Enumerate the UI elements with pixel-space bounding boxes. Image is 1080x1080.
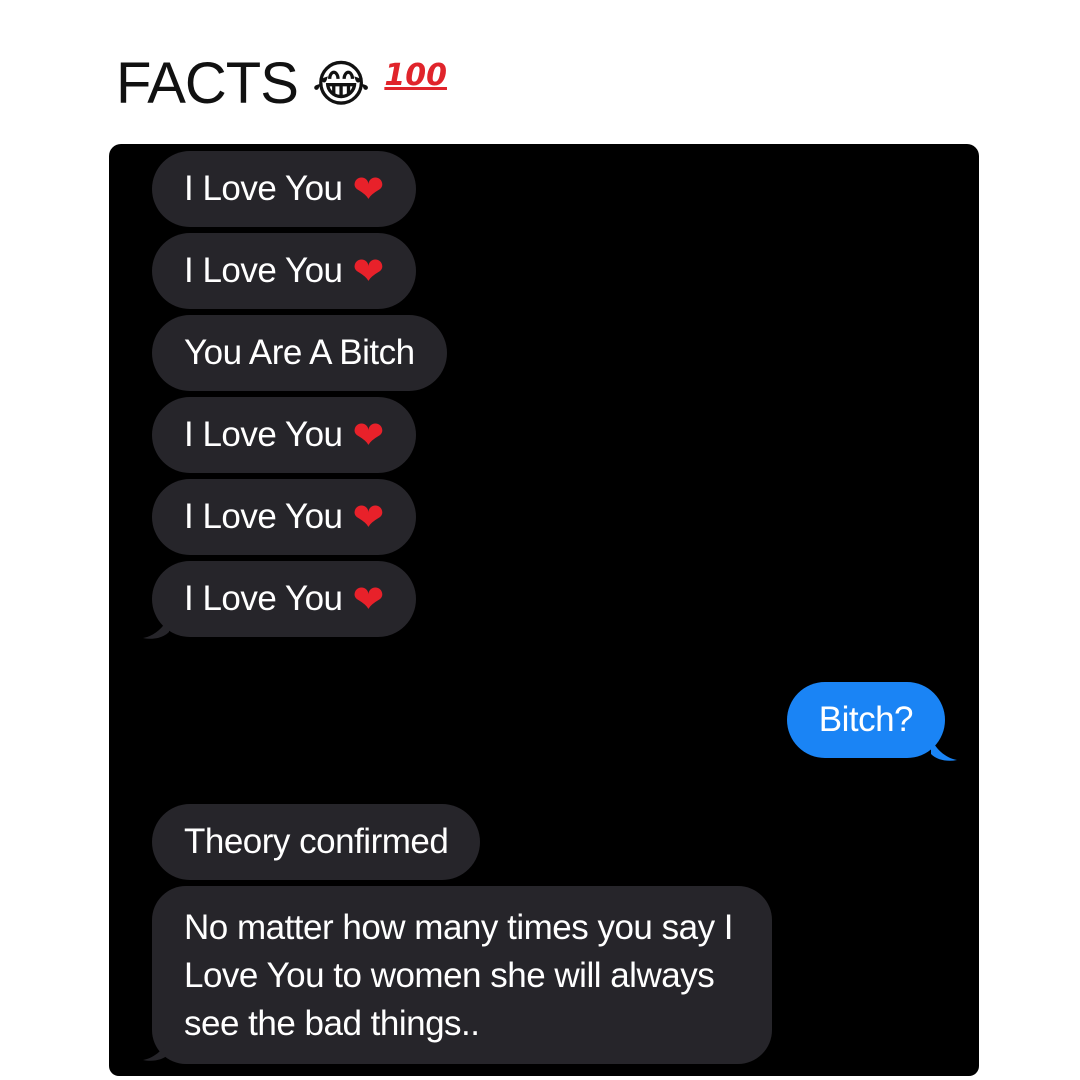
tears-of-joy-emoji-icon: 😂: [311, 55, 371, 113]
message-text: Bitch?: [818, 700, 914, 739]
message-text: I Love You: [184, 251, 343, 290]
message-text: Theory confirmed: [184, 822, 449, 861]
received-bubble-tail: [143, 1038, 169, 1061]
chat-screenshot: I Love You ❤ I Love You ❤ You Are A Bitc…: [109, 144, 979, 1076]
received-message-bubble: No matter how many times you say I Love …: [152, 886, 772, 1064]
red-heart-emoji-icon: ❤: [352, 495, 385, 539]
received-bubble-tail: [143, 616, 169, 639]
received-message-bubble: Theory confirmed: [152, 804, 481, 880]
message-text: I Love You: [184, 415, 343, 454]
red-heart-emoji-icon: ❤: [352, 249, 385, 293]
received-message-bubble: You Are A Bitch: [152, 315, 447, 391]
sent-bubble-tail: [931, 738, 957, 761]
message-text: I Love You: [184, 169, 343, 208]
post-caption: FACTS 😂 100: [116, 52, 447, 116]
received-message-bubble: I Love You ❤: [152, 479, 416, 555]
received-message-bubble: I Love You ❤: [152, 151, 416, 227]
message-text: You Are A Bitch: [184, 333, 415, 372]
received-message-bubble: I Love You ❤: [152, 397, 416, 473]
red-heart-emoji-icon: ❤: [352, 167, 385, 211]
hundred-points-emoji-icon: 100: [384, 58, 447, 93]
message-text: No matter how many times you say I Love …: [184, 908, 734, 1043]
message-text: I Love You: [184, 579, 343, 618]
red-heart-emoji-icon: ❤: [352, 413, 385, 457]
message-text: I Love You: [184, 497, 343, 536]
sent-message-bubble: Bitch?: [786, 682, 945, 758]
red-heart-emoji-icon: ❤: [352, 577, 385, 621]
received-message-bubble: I Love You ❤: [152, 233, 416, 309]
caption-text: FACTS: [116, 51, 299, 116]
received-message-bubble: I Love You ❤: [152, 561, 416, 637]
